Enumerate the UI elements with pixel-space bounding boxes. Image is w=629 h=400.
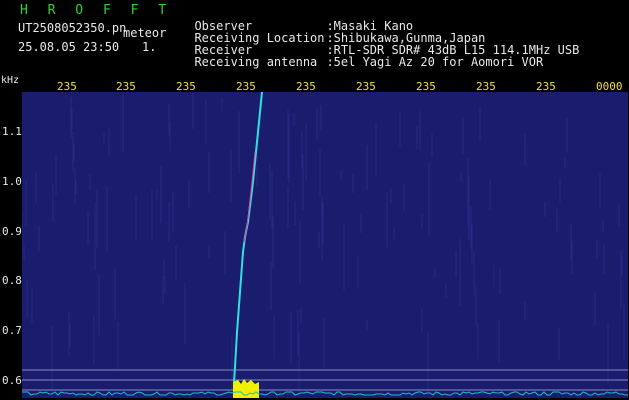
spectrogram-canvas — [22, 92, 628, 398]
time-tick: 235 — [176, 80, 196, 93]
meteor-trace — [233, 92, 263, 383]
y-tick: 0.9 — [2, 225, 22, 238]
time-tick: 0000 — [596, 80, 623, 93]
y-tick: 0.8 — [2, 274, 22, 287]
time-tick: 235 — [296, 80, 316, 93]
time-tick: 235 — [57, 80, 77, 93]
time-tick: 235 — [356, 80, 376, 93]
file-name: UT2508052350.pn — [18, 21, 127, 35]
y-tick: 0.6 — [2, 374, 22, 387]
info-antenna: Receiving antenna :5el Yagi Az 20 for Aom… — [180, 41, 543, 69]
time-tick: 235 — [476, 80, 496, 93]
baseline-noise — [22, 391, 628, 396]
y-tick: 0.7 — [2, 324, 22, 337]
spectrogram-svg — [22, 92, 628, 398]
info-value: :5el Yagi Az 20 for Aomori VOR — [326, 55, 544, 69]
mode-label: meteor — [123, 26, 167, 40]
app-title: H R O F F T — [20, 3, 173, 18]
time-tick: 235 — [236, 80, 256, 93]
datetime: 25.08.05 23:50 — [18, 40, 120, 54]
time-tick: 235 — [416, 80, 436, 93]
info-label: Receiving antenna — [194, 55, 318, 69]
time-tick: 235 — [116, 80, 136, 93]
y-tick: 1.0 — [2, 175, 22, 188]
y-tick: 1.1 — [2, 125, 22, 138]
counter: 1. — [142, 40, 157, 54]
meteor-trace-hot — [243, 151, 256, 243]
y-unit-label: kHz — [1, 75, 20, 86]
time-tick: 235 — [536, 80, 556, 93]
